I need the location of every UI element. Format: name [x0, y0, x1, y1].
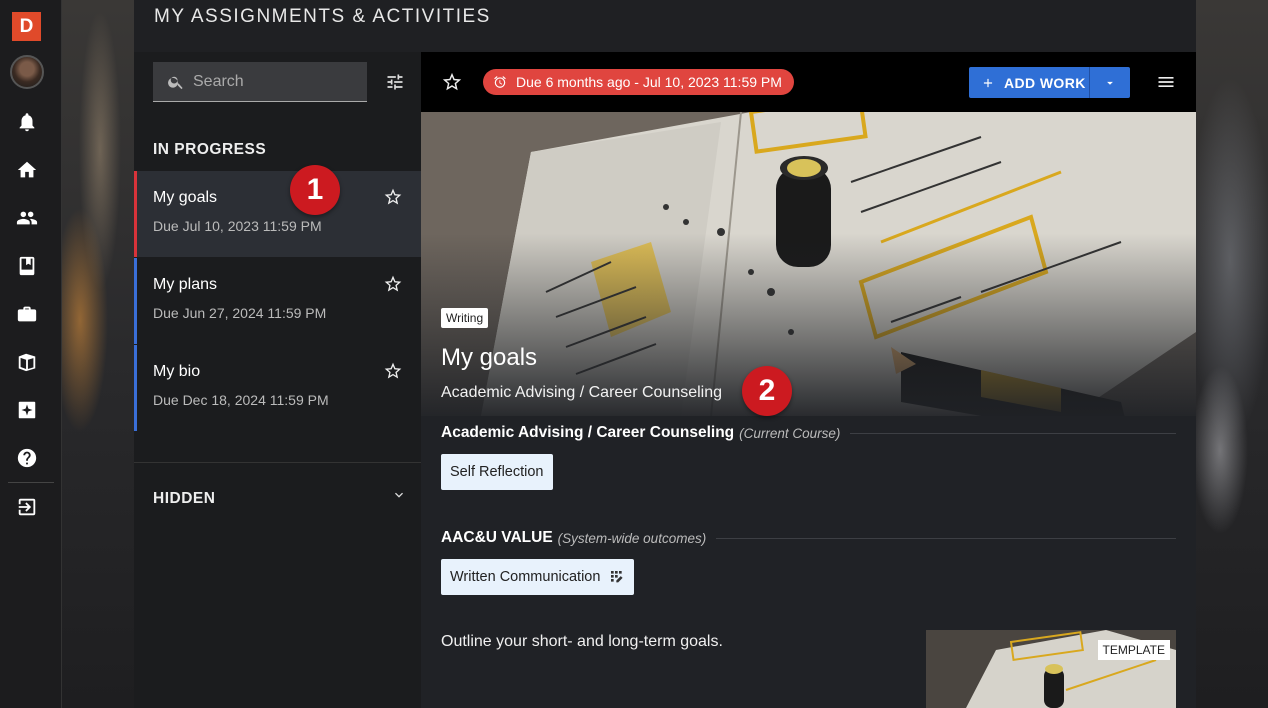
plus-icon — [983, 78, 993, 87]
filter-button[interactable] — [385, 72, 407, 94]
annotation-badge-1: 1 — [290, 165, 340, 215]
hero-banner: Writing My goals Academic Advising / Car… — [421, 112, 1196, 416]
bell-icon[interactable] — [14, 109, 40, 135]
portfolio-icon[interactable] — [14, 349, 40, 375]
caret-down-icon — [1107, 81, 1113, 85]
tune-icon — [387, 74, 403, 90]
item-title: My goals — [153, 189, 218, 206]
detail-toolbar: Due 6 months ago - Jul 10, 2023 11:59 PM… — [421, 52, 1196, 112]
outcome-set-name: AAC&U VALUE — [441, 529, 553, 546]
assignment-description: Outline your short- and long-term goals. — [441, 633, 723, 650]
left-rail: D — [0, 0, 62, 708]
page-title: MY ASSIGNMENTS & ACTIVITIES — [154, 6, 491, 27]
star-icon[interactable] — [383, 187, 403, 207]
list-item[interactable]: My goals Due Jul 10, 2023 11:59 PM — [134, 171, 421, 257]
help-icon[interactable] — [14, 445, 40, 471]
rail-divider — [8, 482, 54, 483]
favorite-star-icon[interactable] — [441, 71, 463, 93]
sparkle-icon[interactable] — [14, 397, 40, 423]
home-icon[interactable] — [14, 157, 40, 183]
chip-label: Written Communication — [450, 569, 601, 585]
course-note: (Current Course) — [739, 425, 841, 441]
search-input[interactable] — [193, 72, 353, 91]
item-title: My plans — [153, 276, 218, 293]
hidden-heading: HIDDEN — [153, 490, 216, 507]
avatar[interactable] — [10, 55, 44, 89]
course-outcomes-heading: Academic Advising / Career Counseling (C… — [441, 424, 1176, 442]
divider — [716, 537, 1176, 539]
assignment-title: My goals — [441, 344, 538, 371]
assignments-panel: MY ASSIGNMENTS & ACTIVITIES IN PROGRESS … — [134, 0, 1196, 708]
assignment-course: Academic Advising / Career Counseling — [441, 384, 723, 401]
course-name: Academic Advising / Career Counseling — [441, 424, 735, 441]
item-due: Due Jul 10, 2023 11:59 PM — [153, 218, 322, 234]
in-progress-heading: IN PROGRESS — [153, 141, 267, 158]
chevron-down-icon — [391, 487, 407, 503]
list-item[interactable]: My plans Due Jun 27, 2024 11:59 PM — [134, 258, 421, 344]
add-work-button-group: ADD WORK — [969, 67, 1130, 98]
system-outcomes-heading: AAC&U VALUE (System-wide outcomes) — [441, 529, 1176, 547]
due-status-badge: Due 6 months ago - Jul 10, 2023 11:59 PM — [483, 69, 794, 95]
search-icon — [168, 76, 183, 89]
star-icon[interactable] — [383, 274, 403, 294]
menu-icon[interactable] — [1156, 72, 1176, 92]
app-logo[interactable]: D — [12, 12, 41, 41]
due-status-text: Due 6 months ago - Jul 10, 2023 11:59 PM — [516, 74, 782, 90]
add-work-dropdown-button[interactable] — [1089, 67, 1130, 98]
book-icon[interactable] — [14, 253, 40, 279]
add-work-label: ADD WORK — [1004, 74, 1086, 91]
category-tag: Writing — [441, 308, 489, 328]
chip-label: Self Reflection — [450, 464, 544, 480]
add-work-button[interactable]: ADD WORK — [969, 67, 1089, 98]
outcome-chip-self-reflection[interactable]: Self Reflection — [441, 454, 553, 490]
annotation-badge-2: 2 — [742, 366, 792, 416]
assignment-list: IN PROGRESS My goals Due Jul 10, 2023 11… — [134, 52, 421, 708]
item-due: Due Dec 18, 2024 11:59 PM — [153, 392, 329, 408]
alarm-icon — [494, 76, 506, 88]
item-due: Due Jun 27, 2024 11:59 PM — [153, 305, 327, 321]
hero-overlay — [421, 112, 1196, 416]
divider — [850, 432, 1176, 434]
outcome-set-note: (System-wide outcomes) — [557, 530, 707, 546]
rubric-icon — [611, 571, 624, 583]
search-field[interactable] — [153, 62, 367, 102]
briefcase-icon[interactable] — [14, 301, 40, 327]
list-item[interactable]: My bio Due Dec 18, 2024 11:59 PM — [134, 345, 421, 431]
people-icon[interactable] — [14, 205, 40, 231]
hidden-section-toggle[interactable]: HIDDEN — [134, 462, 421, 512]
item-title: My bio — [153, 363, 201, 380]
template-label: TEMPLATE — [1097, 640, 1170, 660]
logout-icon[interactable] — [14, 494, 40, 520]
assignment-detail: Due 6 months ago - Jul 10, 2023 11:59 PM… — [421, 52, 1196, 708]
outcome-chip-written-communication[interactable]: Written Communication — [441, 559, 635, 595]
template-thumbnail[interactable]: TEMPLATE — [926, 630, 1176, 708]
star-icon[interactable] — [383, 361, 403, 381]
